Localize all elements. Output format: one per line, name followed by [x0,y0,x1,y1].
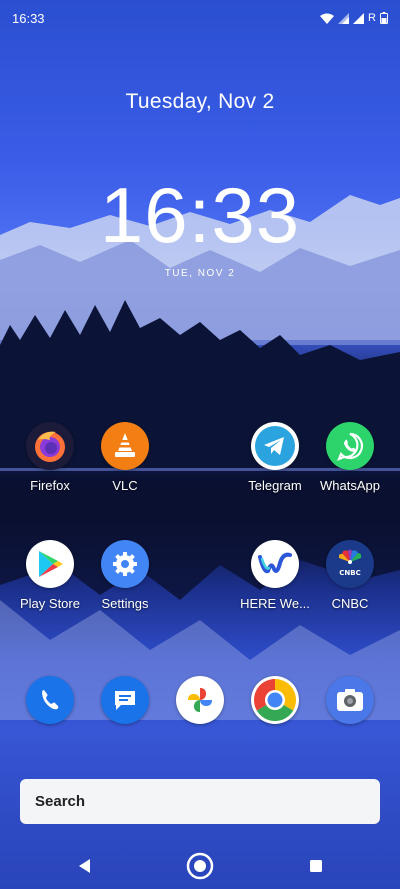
chrome-icon[interactable] [251,676,299,724]
search-bar[interactable]: Search [20,779,380,824]
phone-icon[interactable] [26,676,74,724]
roaming-label: R [368,12,376,24]
app-here-wego[interactable]: HERE We... [233,540,317,611]
firefox-icon [26,422,74,470]
messages-icon[interactable] [101,676,149,724]
date-header: Tuesday, Nov 2 [125,90,275,113]
app-label: Telegram [248,478,302,493]
app-label: CNBC [331,596,369,611]
battery-icon [380,12,388,24]
app-label: Firefox [30,478,70,493]
cnbc-icon: CNBC [326,540,374,588]
camera-icon[interactable] [326,676,374,724]
clock-date: TUE, NOV 2 [164,268,236,279]
photos-icon[interactable] [176,676,224,724]
whatsapp-icon [326,422,374,470]
app-label: WhatsApp [320,478,380,493]
app-telegram[interactable]: Telegram [233,422,317,493]
status-time: 16:33 [12,10,45,26]
app-label: Play Store [20,596,80,611]
cnbc-logo-text: CNBC [339,569,360,577]
status-bar: 16:33 R [0,0,400,36]
app-vlc[interactable]: VLC [83,422,167,493]
app-label: VLC [112,478,138,493]
signal-icon [353,12,365,24]
app-label: Settings [101,596,149,611]
app-whatsapp[interactable]: WhatsApp [308,422,392,493]
signal-icon [338,12,350,24]
app-cnbc[interactable]: CNBC CNBC [308,540,392,611]
settings-gear-icon [101,540,149,588]
app-play-store[interactable]: Play Store [8,540,92,611]
status-icons: R [320,12,388,24]
navigation-bar [0,848,400,884]
here-wego-icon [251,540,299,588]
vlc-icon [101,422,149,470]
wifi-icon [320,13,335,24]
app-label: HERE We... [240,596,310,611]
telegram-icon [251,422,299,470]
play-store-icon [26,540,74,588]
search-label: Search [35,793,86,810]
app-firefox[interactable]: Firefox [8,422,92,493]
home-icon[interactable] [186,852,214,880]
clock: 16:33 [99,171,301,259]
recents-icon[interactable] [302,852,330,880]
app-settings[interactable]: Settings [83,540,167,611]
back-icon[interactable] [70,852,98,880]
